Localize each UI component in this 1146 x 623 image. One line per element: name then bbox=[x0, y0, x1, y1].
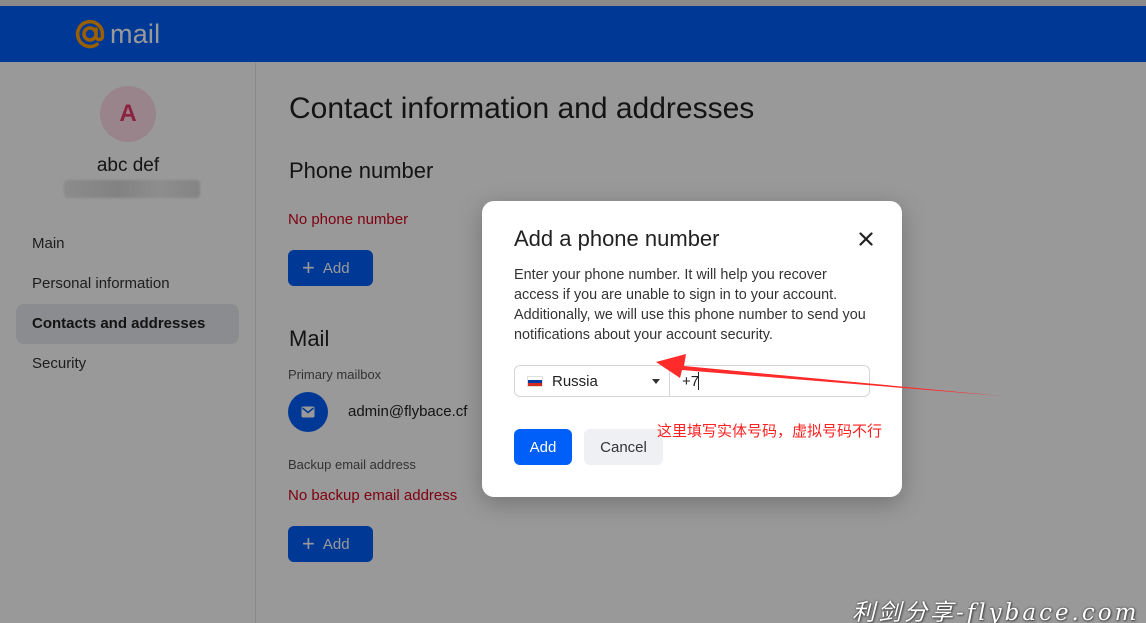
close-icon[interactable] bbox=[855, 228, 877, 250]
dialog-title: Add a phone number bbox=[514, 226, 720, 251]
dialog-add-button[interactable]: Add bbox=[514, 429, 572, 465]
caret-down-icon bbox=[652, 379, 660, 384]
add-phone-dialog: Add a phone number Enter your phone numb… bbox=[482, 201, 902, 497]
text-cursor bbox=[698, 372, 699, 390]
dialog-description: Enter your phone number. It will help yo… bbox=[514, 267, 866, 343]
country-select[interactable]: Russia bbox=[514, 365, 670, 397]
phone-number-input[interactable] bbox=[669, 365, 870, 397]
russia-flag-icon bbox=[527, 375, 543, 387]
dialog-cancel-button[interactable]: Cancel bbox=[584, 429, 663, 465]
watermark: 利剑分享-flybace.com bbox=[852, 600, 1140, 623]
annotation-text: 这里填写实体号码，虚拟号码不行 bbox=[657, 422, 883, 440]
country-name: Russia bbox=[552, 372, 598, 390]
